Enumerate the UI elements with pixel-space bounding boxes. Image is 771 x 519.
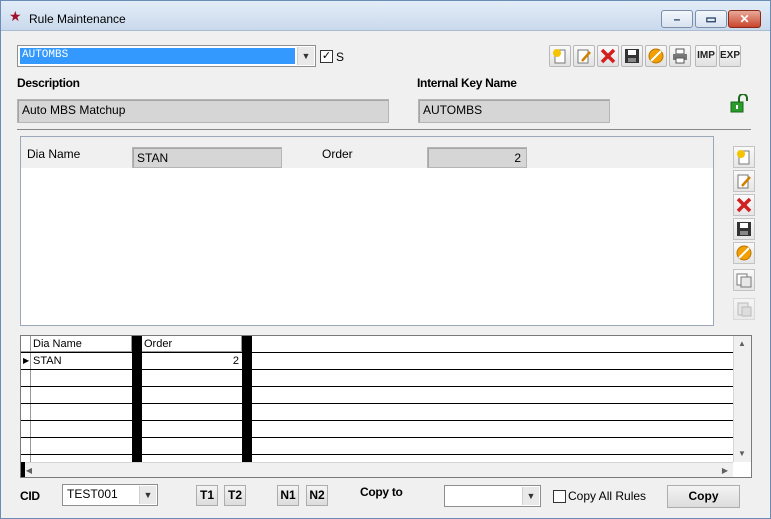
maximize-button[interactable]: ▭ bbox=[695, 10, 727, 28]
app-star-icon: ★ bbox=[9, 8, 22, 24]
separator-line bbox=[17, 129, 751, 130]
copy-all-rules-label: Copy All Rules bbox=[568, 489, 647, 503]
grid-row-line bbox=[21, 437, 733, 438]
chevron-down-icon[interactable]: ▼ bbox=[139, 486, 156, 504]
copy-all-rules-checkbox[interactable] bbox=[553, 490, 566, 503]
print-button[interactable] bbox=[669, 45, 691, 67]
grid-corner-mark bbox=[21, 462, 25, 477]
check-icon: ✓ bbox=[321, 50, 332, 62]
grid-cell-dia-name[interactable]: STAN bbox=[31, 353, 132, 370]
maximize-icon: ▭ bbox=[705, 12, 717, 26]
detail-panel: Dia Name STAN Order 2 bbox=[20, 136, 714, 326]
order-label: Order bbox=[322, 147, 353, 161]
delete-x-icon bbox=[736, 197, 752, 213]
side-cancel-button[interactable] bbox=[733, 242, 755, 264]
internal-key-label: Internal Key Name bbox=[417, 76, 517, 90]
delete-button[interactable] bbox=[597, 45, 619, 67]
copy-to-select-value bbox=[447, 488, 520, 504]
grid-vertical-scrollbar[interactable]: ▲ ▼ bbox=[733, 336, 751, 462]
dia-name-field[interactable]: STAN bbox=[132, 147, 282, 168]
window-title: Rule Maintenance bbox=[29, 12, 126, 26]
edit-icon bbox=[577, 49, 591, 64]
title-bar: ★ Rule Maintenance – ▭ ✕ bbox=[1, 1, 770, 31]
grid-column-divider bbox=[242, 336, 252, 462]
unlock-icon bbox=[730, 93, 748, 113]
detail-header-strip bbox=[21, 137, 713, 168]
row-pointer-icon: ▶ bbox=[23, 356, 30, 365]
copy-button[interactable]: Copy bbox=[667, 485, 740, 508]
save-disk-icon bbox=[737, 222, 751, 236]
save-button[interactable] bbox=[621, 45, 643, 67]
grid-horizontal-scrollbar[interactable]: ◀ ▶ bbox=[21, 462, 733, 477]
order-field[interactable]: 2 bbox=[427, 147, 527, 168]
side-edit-button[interactable] bbox=[733, 170, 755, 192]
printer-icon bbox=[673, 48, 687, 64]
cid-select[interactable]: TEST001 ▼ bbox=[62, 484, 158, 506]
grid-cell-order[interactable]: 2 bbox=[142, 353, 242, 370]
cancel-icon bbox=[736, 245, 752, 261]
new-button[interactable] bbox=[549, 45, 571, 67]
copy-icon bbox=[736, 273, 752, 288]
close-button[interactable]: ✕ bbox=[728, 10, 761, 28]
cancel-button[interactable] bbox=[645, 45, 667, 67]
dia-name-label: Dia Name bbox=[27, 147, 81, 161]
chevron-down-icon[interactable]: ▼ bbox=[297, 47, 314, 65]
n2-button[interactable]: N2 bbox=[306, 485, 328, 506]
rule-select[interactable]: AUTOMBS ▼ bbox=[17, 45, 316, 67]
n1-button[interactable]: N1 bbox=[277, 485, 299, 506]
t2-button[interactable]: T2 bbox=[224, 485, 246, 506]
internal-key-field[interactable]: AUTOMBS bbox=[418, 99, 610, 123]
unlock-button[interactable] bbox=[729, 93, 751, 114]
rules-grid: Dia Name Order ▶ STAN 2 ▲ ▼ ◀ ▶ bbox=[20, 335, 752, 478]
rule-maintenance-window: ★ Rule Maintenance – ▭ ✕ AUTOMBS ▼ ✓ S I… bbox=[0, 0, 771, 519]
chevron-down-icon[interactable]: ▼ bbox=[522, 487, 539, 505]
export-button[interactable]: EXP bbox=[719, 45, 741, 67]
delete-x-icon bbox=[600, 48, 616, 64]
grid-row-line bbox=[21, 454, 733, 455]
cid-label: CID bbox=[20, 489, 40, 503]
scroll-up-icon[interactable]: ▲ bbox=[734, 336, 750, 352]
t1-button[interactable]: T1 bbox=[196, 485, 218, 506]
grid-header-order: Order bbox=[142, 336, 242, 352]
side-save-button[interactable] bbox=[733, 218, 755, 240]
s-checkbox[interactable]: ✓ bbox=[320, 50, 333, 63]
side-delete-button[interactable] bbox=[733, 194, 755, 216]
grid-row-line bbox=[21, 403, 733, 404]
scroll-right-icon[interactable]: ▶ bbox=[717, 463, 733, 477]
cid-select-value: TEST001 bbox=[67, 487, 118, 501]
grid-column-divider bbox=[132, 336, 142, 462]
copy-to-label: Copy to bbox=[360, 485, 403, 499]
edit-button[interactable] bbox=[573, 45, 595, 67]
grid-header-dia-name: Dia Name bbox=[31, 336, 132, 352]
paste-icon bbox=[737, 302, 752, 317]
close-icon: ✕ bbox=[739, 12, 750, 26]
save-disk-icon bbox=[625, 49, 639, 63]
description-label: Description bbox=[17, 76, 80, 90]
minimize-icon: – bbox=[673, 12, 681, 26]
side-paste-button[interactable] bbox=[733, 298, 755, 320]
scroll-down-icon[interactable]: ▼ bbox=[734, 446, 750, 462]
rule-select-value: AUTOMBS bbox=[20, 48, 295, 64]
copy-to-select[interactable]: ▼ bbox=[444, 485, 541, 507]
minimize-button[interactable]: – bbox=[661, 10, 693, 28]
new-icon bbox=[553, 49, 566, 64]
description-field[interactable]: Auto MBS Matchup bbox=[17, 99, 389, 123]
new-icon bbox=[737, 150, 750, 165]
edit-icon bbox=[737, 174, 751, 189]
grid-row-line bbox=[21, 386, 733, 387]
side-copy-button[interactable] bbox=[733, 269, 755, 291]
s-checkbox-label: S bbox=[336, 50, 345, 64]
cancel-icon bbox=[648, 48, 664, 64]
import-button[interactable]: IMP bbox=[695, 45, 717, 67]
side-new-button[interactable] bbox=[733, 146, 755, 168]
grid-row-line bbox=[21, 420, 733, 421]
